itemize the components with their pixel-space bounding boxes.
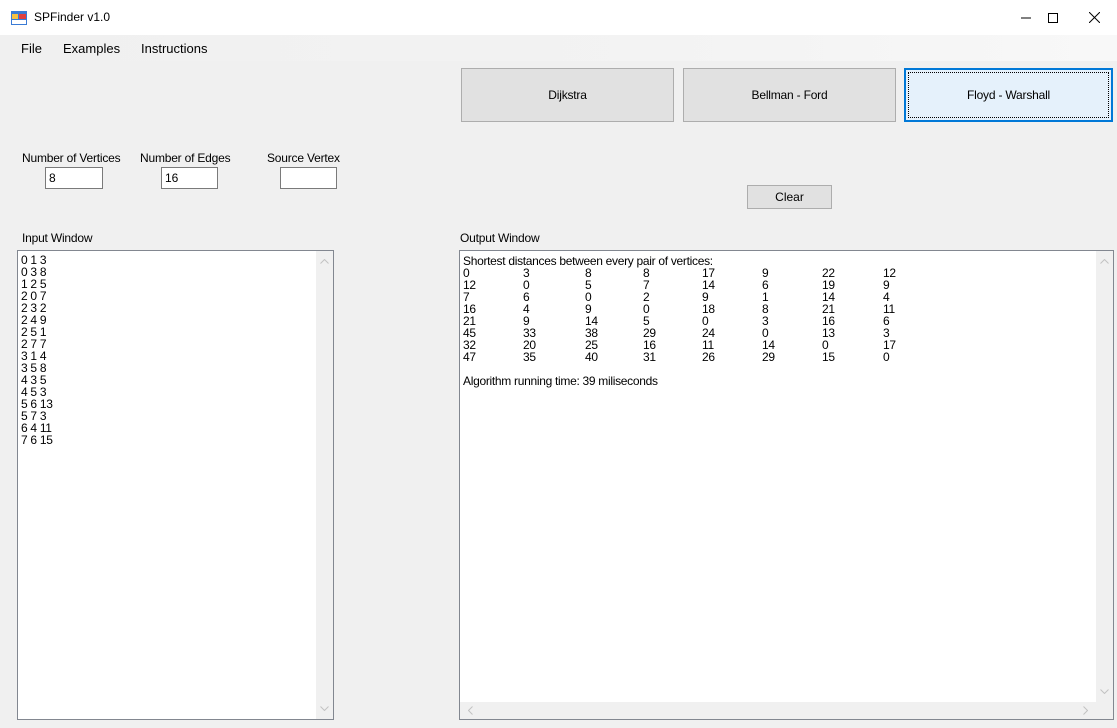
output-textarea[interactable]: Shortest distances between every pair of… xyxy=(459,250,1114,720)
scroll-down-icon[interactable] xyxy=(1096,683,1113,700)
matrix-cell: 35 xyxy=(523,350,536,364)
input-textarea[interactable]: 0 1 30 3 81 2 52 0 72 3 22 4 92 5 12 7 7… xyxy=(17,250,334,720)
vertices-input[interactable]: 8 xyxy=(45,167,103,189)
input-lines: 0 1 30 3 81 2 52 0 72 3 22 4 92 5 12 7 7… xyxy=(21,254,53,446)
output-horizontal-scrollbar[interactable] xyxy=(460,702,1096,719)
input-window-label: Input Window xyxy=(22,231,93,245)
scroll-up-icon[interactable] xyxy=(1096,253,1113,270)
menu-bar: File Examples Instructions xyxy=(0,35,1117,61)
app-icon xyxy=(11,11,27,25)
scroll-corner xyxy=(1096,702,1113,719)
maximize-icon xyxy=(1048,12,1058,23)
input-line: 7 6 15 xyxy=(21,433,53,447)
menu-file[interactable]: File xyxy=(21,41,42,56)
running-time-text: Algorithm running time: 39 miliseconds xyxy=(463,374,658,388)
focus-ring xyxy=(908,72,1109,118)
floyd-warshall-button[interactable]: Floyd - Warshall xyxy=(904,68,1113,122)
window-title: SPFinder v1.0 xyxy=(34,10,111,24)
matrix-row: 47 35 40 31 26 29 15 0 xyxy=(463,350,890,364)
menu-examples[interactable]: Examples xyxy=(63,41,120,56)
vertices-label: Number of Vertices xyxy=(22,151,121,165)
clear-button[interactable]: Clear xyxy=(747,185,832,209)
scroll-down-icon[interactable] xyxy=(316,700,333,717)
scroll-left-icon[interactable] xyxy=(462,702,479,719)
matrix-cell: 47 xyxy=(463,350,476,364)
scroll-up-icon[interactable] xyxy=(316,253,333,270)
edges-label: Number of Edges xyxy=(140,151,231,165)
matrix-cell: 40 xyxy=(585,350,598,364)
maximize-button[interactable] xyxy=(1030,0,1076,35)
output-vertical-scrollbar[interactable] xyxy=(1096,251,1113,702)
source-input[interactable] xyxy=(280,167,337,189)
matrix-cell: 26 xyxy=(702,350,715,364)
distance-matrix: 0 3 8 8 17 9 22 12 12 0 5 7 14 6 19 9 7 6 0 2 9 1 14 4 16 4 9 0 18 8 2… xyxy=(463,267,896,364)
input-vertical-scrollbar[interactable] xyxy=(316,251,333,719)
dijkstra-button-label: Dijkstra xyxy=(548,88,587,102)
source-label: Source Vertex xyxy=(267,151,340,165)
matrix-cell: 29 xyxy=(762,350,775,364)
scroll-right-icon[interactable] xyxy=(1077,702,1094,719)
output-window-label: Output Window xyxy=(460,231,540,245)
output-content: Shortest distances between every pair of… xyxy=(463,255,896,388)
clear-button-label: Clear xyxy=(775,190,804,204)
title-bar: SPFinder v1.0 xyxy=(0,0,1117,35)
dijkstra-button[interactable]: Dijkstra xyxy=(461,68,674,122)
bellman-ford-button[interactable]: Bellman - Ford xyxy=(683,68,896,122)
edges-input[interactable]: 16 xyxy=(161,167,218,189)
bellman-ford-button-label: Bellman - Ford xyxy=(751,88,828,102)
matrix-cell: 15 xyxy=(822,350,835,364)
matrix-cell: 31 xyxy=(643,350,656,364)
close-icon xyxy=(1088,12,1100,23)
menu-instructions[interactable]: Instructions xyxy=(141,41,207,56)
close-button[interactable] xyxy=(1071,0,1117,35)
matrix-cell: 0 xyxy=(883,350,890,364)
